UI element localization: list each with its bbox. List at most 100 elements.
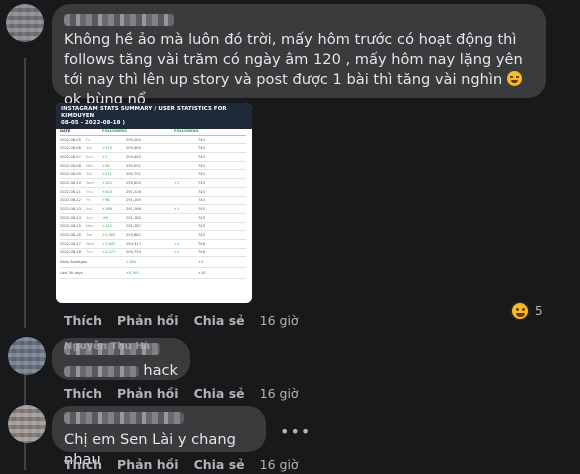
table-cell: 293,882 <box>126 233 141 238</box>
author-name[interactable] <box>64 412 184 424</box>
reaction-count: 5 <box>535 304 543 318</box>
author-name[interactable] <box>64 14 174 26</box>
table-row: 2022-08-08 Mon +56 290,001 740 <box>60 162 246 171</box>
table-cell: 295,754 <box>126 250 141 255</box>
table-cell: -96 <box>102 215 108 220</box>
comment-body: Không hề ảo mà luôn đó trời, mấy hôm trư… <box>64 31 523 88</box>
table-cell: 740 <box>198 172 205 177</box>
table-cell: 2022-08-17 <box>60 241 81 246</box>
table-cell: Fri <box>86 198 91 203</box>
table-cell: 291,226 <box>126 189 141 194</box>
avatar[interactable] <box>8 405 46 443</box>
timestamp[interactable]: 16 giờ <box>260 457 299 472</box>
table-cell: Last 30 days <box>60 271 83 276</box>
table-cell: Wed <box>86 180 94 185</box>
table-cell: 291,100 <box>126 198 141 203</box>
table-cell: 2022-08-16 <box>60 233 81 238</box>
timestamp[interactable]: 16 giờ <box>260 313 299 328</box>
like-button[interactable]: Thích <box>64 386 102 401</box>
table-cell: 2022-08-13 <box>60 207 81 212</box>
table-row: 2022-08-18 Thu +1,377 295,754 +1 746 <box>60 249 246 258</box>
table-cell: +1 <box>174 207 180 212</box>
table-cell: 2022-08-08 <box>60 163 81 168</box>
table-row: 2022-08-16 Tue +2,005 293,882 745 <box>60 231 246 240</box>
table-cell: +5,501 <box>126 271 140 276</box>
table-cell: Tue <box>86 172 93 177</box>
reply-button[interactable]: Phản hồi <box>117 457 179 472</box>
table-cell: 2022-08-09 <box>60 172 81 177</box>
table-cell: 294,317 <box>126 241 141 246</box>
haha-reaction-icon <box>510 301 530 321</box>
table-cell: +374 <box>102 146 112 151</box>
table-row: 2022-08-17 Wed +1,447 294,317 +1 746 <box>60 240 246 249</box>
table-cell: Mon <box>86 224 94 229</box>
image-subtitle: 08-05 - 2022-08-18 ) <box>61 120 126 126</box>
table-cell: 2022-08-07 <box>60 154 81 159</box>
table-cell: 2022-08-10 <box>60 180 81 185</box>
table-row: 2022-08-11 Thu +423 291,226 744 <box>60 188 246 197</box>
comment-actions: Thích Phản hồi Chia sẻ 16 giờ <box>64 386 299 401</box>
reply-button[interactable]: Phản hồi <box>117 386 179 401</box>
summary-row: Last 30 days +5,501 +10 <box>60 268 246 280</box>
table-cell: Sun <box>86 154 93 159</box>
table-cell: 291,266 <box>126 207 141 212</box>
table-cell: +1 <box>102 154 108 159</box>
table-cell: +1,447 <box>102 241 116 246</box>
like-button[interactable]: Thích <box>64 457 102 472</box>
table-cell: 2022-08-12 <box>60 198 81 203</box>
tagged-user[interactable] <box>64 365 140 377</box>
table-cell: 740 <box>198 146 205 151</box>
table-cell: +166 <box>102 207 112 212</box>
table-cell: 2022-08-11 <box>60 189 81 194</box>
stats-screenshot-image[interactable]: INSTAGRAM STATS SUMMARY / USER STATISTIC… <box>56 103 252 303</box>
table-cell: 745 <box>198 233 205 238</box>
author-name-text: Nguyễn Thu Hà <box>64 341 151 352</box>
table-cell: Thu <box>86 189 93 194</box>
table-row: 2022-08-06 Sat +374 290,464 740 <box>60 144 246 154</box>
avatar[interactable] <box>6 4 44 42</box>
comment-bubble: Chị em Sen Lài y chang nhau <box>52 406 266 468</box>
table-cell: 290,284 <box>126 137 141 142</box>
table-cell: Tue <box>86 233 93 238</box>
table-row: 2022-08-13 Sat +166 291,266 +1 745 <box>60 205 246 214</box>
table-cell: Fri <box>86 137 91 142</box>
stats-table: DATE FOLLOWERS FOLLOWING 2022-08-05 Fri 290,2… <box>60 127 246 280</box>
share-button[interactable]: Chia sẻ <box>194 457 245 472</box>
table-cell: +1,377 <box>102 250 116 255</box>
timestamp[interactable]: 16 giờ <box>260 386 299 401</box>
thread-line <box>24 58 26 328</box>
table-cell: 2022-08-05 <box>60 137 81 142</box>
table-cell: Daily Averages <box>60 260 87 265</box>
table-cell: 744 <box>198 180 205 185</box>
table-cell: 744 <box>198 189 205 194</box>
more-options-icon[interactable]: ••• <box>280 422 311 441</box>
table-cell: 745 <box>198 224 205 229</box>
table-cell: 290,803 <box>126 180 141 185</box>
table-cell: +2,005 <box>102 233 116 238</box>
table-cell: 2022-08-15 <box>60 224 81 229</box>
table-cell: +1 <box>174 180 180 185</box>
table-cell: +211 <box>102 172 112 177</box>
laughing-face-icon <box>506 71 522 86</box>
reply-button[interactable]: Phản hồi <box>117 313 179 328</box>
like-button[interactable]: Thích <box>64 313 102 328</box>
table-cell: FOLLOWING <box>174 128 199 133</box>
table-cell: 746 <box>198 241 205 246</box>
share-button[interactable]: Chia sẻ <box>194 386 245 401</box>
avatar[interactable] <box>8 337 46 375</box>
table-cell: +10 <box>198 271 206 276</box>
summary-row: Daily Averages +180 +1 <box>60 257 246 269</box>
share-button[interactable]: Chia sẻ <box>194 313 245 328</box>
table-row: 2022-08-10 Wed +102 290,803 +1 744 <box>60 179 246 188</box>
table-cell: 291,180 <box>126 215 141 220</box>
table-cell: 740 <box>198 154 205 159</box>
comment-body: hack <box>143 362 178 379</box>
comment-bubble: Nguyễn Thu Hà hack <box>52 338 190 380</box>
table-cell: 745 <box>198 215 205 220</box>
comment-text: Không hề ảo mà luôn đó trời, mấy hôm trư… <box>64 30 534 110</box>
table-cell: 746 <box>198 250 205 255</box>
reaction-summary[interactable]: 5 <box>510 301 543 321</box>
table-cell: 745 <box>198 207 205 212</box>
table-row: 2022-08-07 Sun +1 290,463 740 <box>60 153 246 162</box>
table-cell: Sat <box>86 146 92 151</box>
